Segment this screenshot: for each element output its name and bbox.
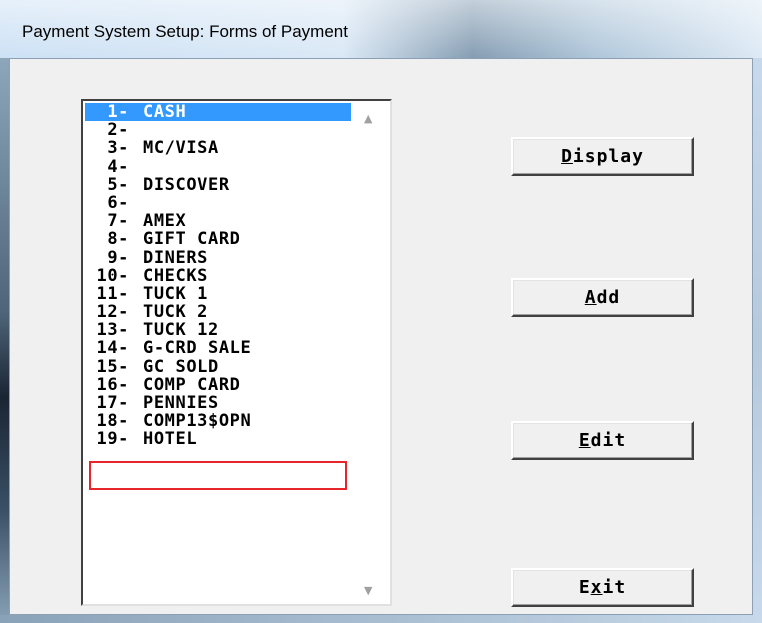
window-title: Payment System Setup: Forms of Payment [22, 22, 348, 41]
scroll-up-arrow-icon[interactable]: ▲ [364, 113, 372, 124]
add-mnemonic: A [584, 287, 597, 308]
add-button[interactable]: Add [511, 278, 694, 317]
list-item-number: 4- [107, 156, 129, 177]
list-item[interactable]: 15- GC SOLD [85, 356, 353, 377]
list-item[interactable]: 9- DINERS [85, 247, 353, 268]
list-item[interactable]: 3- MC/VISA [85, 139, 353, 157]
forms-of-payment-list: 1- CASH 2- 3- MC/VISA 4- 5- DISCOVER 6- 7- AMEX 8- G… [85, 103, 353, 449]
list-item-number: 16- [96, 374, 129, 395]
list-item-number: 1- [107, 102, 129, 122]
list-item-label: DINERS [143, 247, 209, 268]
list-item-number: 6- [107, 192, 129, 213]
list-item[interactable]: 5- DISCOVER [85, 176, 353, 194]
edit-label-rest: dit [590, 430, 627, 451]
list-item[interactable]: 18- COMP13$OPN [85, 412, 353, 430]
forms-of-payment-listbox[interactable]: 1- CASH 2- 3- MC/VISA 4- 5- DISCOVER 6- 7- AMEX 8- G… [81, 99, 392, 606]
list-item-number: 2- [107, 120, 129, 141]
list-item-label: AMEX [143, 211, 187, 232]
add-label-rest: dd [596, 287, 621, 308]
list-item-number: 15- [96, 356, 129, 377]
list-item-label: HOTEL [143, 429, 198, 450]
list-item[interactable]: 8- GIFT CARD [85, 230, 353, 248]
exit-button[interactable]: Exit [511, 568, 694, 607]
window-frame-right [753, 58, 762, 623]
exit-label-pre: E [578, 577, 591, 598]
list-item-number: 12- [96, 302, 129, 323]
display-button[interactable]: Display [511, 137, 694, 176]
list-item-number: 18- [96, 411, 129, 432]
display-mnemonic: D [561, 146, 573, 167]
list-item-number: 5- [107, 174, 129, 195]
list-item-label: COMP CARD [143, 374, 241, 395]
list-item-label: PENNIES [143, 393, 219, 413]
list-item-label: MC/VISA [143, 138, 219, 159]
exit-mnemonic: x [590, 577, 603, 598]
list-item-label: COMP13$OPN [143, 411, 252, 432]
list-item[interactable]: 4- [85, 156, 353, 177]
listbox-scrollbar[interactable]: ▲ ▼ [351, 101, 390, 604]
exit-label-rest: it [602, 577, 627, 598]
edit-button[interactable]: Edit [511, 421, 694, 460]
list-item[interactable]: 17- PENNIES [85, 394, 353, 412]
window-frame-bottom [0, 615, 762, 623]
list-item[interactable]: 10- CHECKS [85, 265, 353, 286]
list-item[interactable]: 13- TUCK 12 [85, 321, 353, 339]
list-item[interactable]: 7- AMEX [85, 212, 353, 230]
list-item[interactable]: 12- TUCK 2 [85, 303, 353, 321]
list-item[interactable]: 14- G-CRD SALE [85, 339, 353, 357]
window-frame-left [0, 58, 9, 623]
list-item-number: 17- [96, 393, 129, 413]
list-item[interactable]: 2- [85, 121, 353, 139]
list-item-label: TUCK 12 [143, 320, 219, 341]
list-item[interactable]: 1- CASH [85, 103, 353, 121]
list-item-number: 3- [107, 138, 129, 159]
list-item-number: 8- [107, 229, 129, 250]
list-item-label: GC SOLD [143, 356, 219, 377]
list-item-label: TUCK 2 [143, 302, 209, 323]
list-item-number: 19- [96, 429, 129, 450]
list-item-label: CASH [143, 102, 187, 122]
list-item-number: 10- [96, 265, 129, 286]
list-item-label: GIFT CARD [143, 229, 241, 250]
list-item-label: TUCK 1 [143, 283, 209, 304]
list-item-number: 14- [96, 338, 129, 359]
highlight-box-pennies [89, 461, 347, 490]
list-item-label: DISCOVER [143, 174, 230, 195]
title-bar: Payment System Setup: Forms of Payment [0, 0, 762, 60]
list-item-label: CHECKS [143, 265, 209, 286]
scroll-down-arrow-icon[interactable]: ▼ [364, 585, 372, 596]
list-item-number: 11- [96, 283, 129, 304]
list-item-label: G-CRD SALE [143, 338, 252, 359]
list-item-number: 9- [107, 247, 129, 268]
list-item[interactable]: 16- COMP CARD [85, 376, 353, 394]
list-item-number: 13- [96, 320, 129, 341]
list-item[interactable]: 6- [85, 194, 353, 212]
list-item[interactable]: 11- TUCK 1 [85, 285, 353, 303]
display-label-rest: isplay [572, 146, 644, 167]
list-item-number: 7- [107, 211, 129, 232]
edit-mnemonic: E [578, 430, 591, 451]
list-item[interactable]: 19- HOTEL [85, 430, 353, 448]
